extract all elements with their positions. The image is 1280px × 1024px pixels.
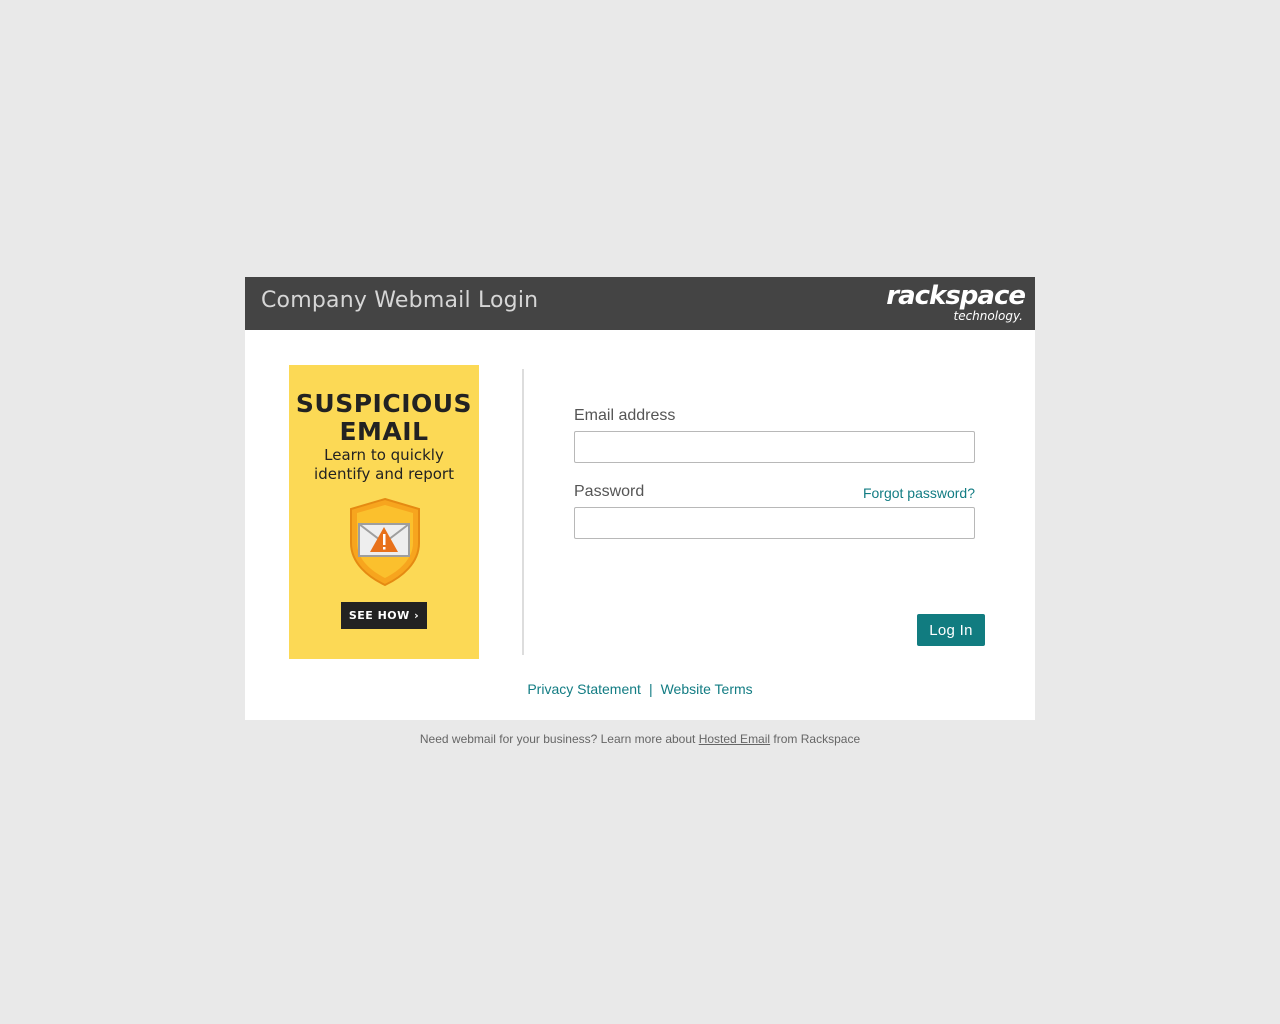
rackspace-logo: rackspace technology. xyxy=(885,281,1026,327)
page-title: Company Webmail Login xyxy=(261,288,539,313)
login-card: Company Webmail Login rackspace technolo… xyxy=(245,277,1035,720)
chevron-right-icon: › xyxy=(414,609,420,622)
banner-title: SUSPICIOUS EMAIL xyxy=(295,389,473,446)
email-field[interactable] xyxy=(574,431,975,463)
banner-subtitle: Learn to quickly identify and report xyxy=(314,446,454,483)
password-label: Password xyxy=(574,483,645,500)
login-header: Company Webmail Login rackspace technolo… xyxy=(245,277,1035,330)
privacy-statement-link[interactable]: Privacy Statement xyxy=(527,681,641,697)
login-button[interactable]: Log In xyxy=(917,614,985,646)
password-field[interactable] xyxy=(574,507,975,539)
forgot-password-link[interactable]: Forgot password? xyxy=(863,485,975,501)
logo-sub-text: technology. xyxy=(953,309,1023,323)
suspicious-email-banner[interactable]: SUSPICIOUS EMAIL Learn to quickly identi… xyxy=(289,365,479,659)
note-suffix: from Rackspace xyxy=(773,732,861,746)
vertical-divider xyxy=(522,369,524,655)
warning-envelope-shield-icon xyxy=(350,497,420,587)
footer-links: Privacy Statement | Website Terms xyxy=(245,681,1035,697)
footer-separator: | xyxy=(648,681,653,697)
email-label: Email address xyxy=(574,407,676,424)
note-prefix: Need webmail for your business? Learn mo… xyxy=(419,732,696,746)
hosted-email-note: Need webmail for your business? Learn mo… xyxy=(0,732,1280,746)
website-terms-link[interactable]: Website Terms xyxy=(661,681,753,697)
logo-main-text: rackspace xyxy=(886,281,1026,311)
see-how-button[interactable]: SEE HOW › xyxy=(341,602,427,629)
hosted-email-link[interactable]: Hosted Email xyxy=(699,732,770,746)
